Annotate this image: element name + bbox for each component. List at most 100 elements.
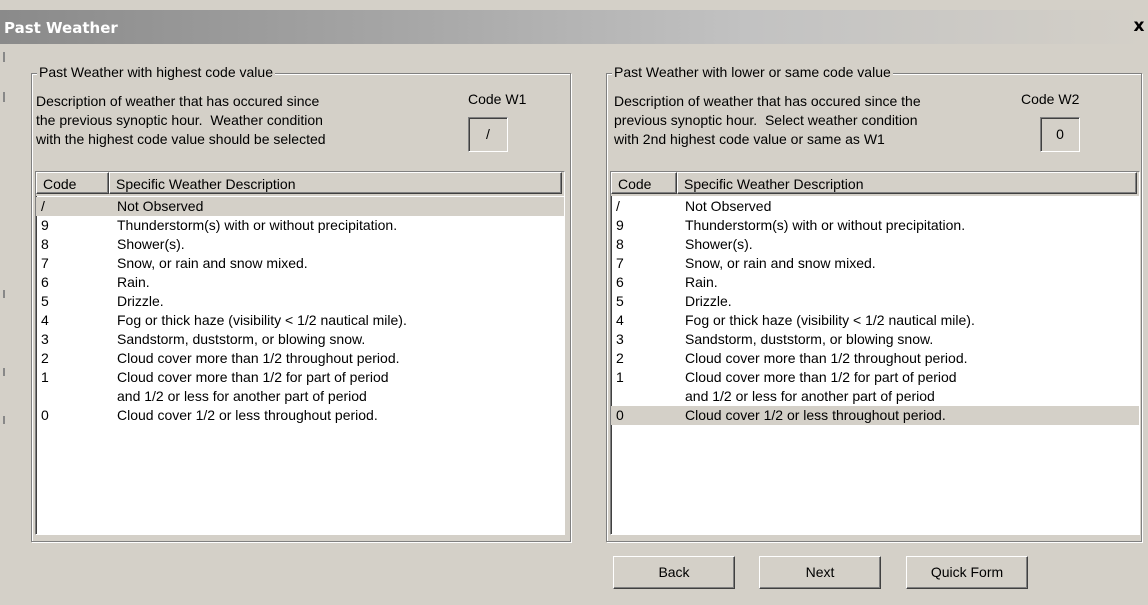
- row-code: 9: [41, 217, 49, 233]
- list-item[interactable]: 5 Drizzle.: [611, 292, 1139, 311]
- row-code: 2: [41, 350, 49, 366]
- row-code: /: [616, 198, 620, 214]
- window-edge-mark: [3, 290, 5, 298]
- list-header: Code Specific Weather Description: [611, 172, 1139, 196]
- list-item[interactable]: / Not Observed: [36, 197, 564, 216]
- row-description: Shower(s).: [685, 236, 753, 252]
- row-code: 6: [616, 274, 624, 290]
- list-header: Code Specific Weather Description: [36, 172, 564, 196]
- row-code: 3: [616, 331, 624, 347]
- list-item[interactable]: and 1/2 or less for another part of peri…: [611, 387, 1139, 406]
- row-description: Drizzle.: [685, 293, 732, 309]
- row-description: Cloud cover more than 1/2 throughout per…: [685, 350, 968, 366]
- row-description: Cloud cover more than 1/2 for part of pe…: [685, 369, 957, 385]
- next-button[interactable]: Next: [759, 556, 881, 589]
- row-description: Rain.: [685, 274, 718, 290]
- row-code: 8: [616, 236, 624, 252]
- row-code: 4: [41, 312, 49, 328]
- row-description: Cloud cover 1/2 or less throughout perio…: [685, 407, 946, 423]
- list-item[interactable]: 6 Rain.: [611, 273, 1139, 292]
- title-bar[interactable]: Past Weather x: [0, 10, 1148, 44]
- close-button[interactable]: x: [1130, 16, 1148, 36]
- row-description: Snow, or rain and snow mixed.: [685, 255, 876, 271]
- row-description: Snow, or rain and snow mixed.: [117, 255, 308, 271]
- row-description: Thunderstorm(s) with or without precipit…: [685, 217, 966, 233]
- row-description: Thunderstorm(s) with or without precipit…: [117, 217, 398, 233]
- row-description: Drizzle.: [117, 293, 164, 309]
- row-code: 1: [41, 369, 49, 385]
- row-description: Fog or thick haze (visibility < 1/2 naut…: [117, 312, 407, 328]
- list-item[interactable]: 1 Cloud cover more than 1/2 for part of p…: [611, 368, 1139, 387]
- list-item[interactable]: 4 Fog or thick haze (visibility < 1/2 nau…: [611, 311, 1139, 330]
- w2-code-label: Code W2: [1021, 91, 1080, 107]
- list-item[interactable]: 3 Sandstorm, duststorm, or blowing snow.: [611, 330, 1139, 349]
- row-code: 0: [616, 407, 624, 423]
- row-code: /: [41, 198, 45, 214]
- header-code[interactable]: Code: [611, 172, 677, 194]
- w1-list-rows: / Not Observed 9 Thunderstorm(s) with or wi…: [36, 197, 564, 425]
- row-description: Cloud cover more than 1/2 for part of pe…: [117, 369, 389, 385]
- list-item[interactable]: 2 Cloud cover more than 1/2 throughout pe…: [611, 349, 1139, 368]
- row-code: 6: [41, 274, 49, 290]
- quick-form-button[interactable]: Quick Form: [906, 556, 1028, 589]
- list-item[interactable]: 6 Rain.: [36, 273, 564, 292]
- w2-code-field[interactable]: 0: [1040, 117, 1080, 152]
- list-item[interactable]: / Not Observed: [611, 197, 1139, 216]
- list-item[interactable]: 7 Snow, or rain and snow mixed.: [611, 254, 1139, 273]
- list-item[interactable]: 1 Cloud cover more than 1/2 for part of p…: [36, 368, 564, 387]
- window-edge-mark: [3, 368, 5, 376]
- row-code: 7: [616, 255, 624, 271]
- list-item[interactable]: 9 Thunderstorm(s) with or without precipi…: [611, 216, 1139, 235]
- w1-group-legend: Past Weather with highest code value: [37, 64, 275, 80]
- w1-description: Description of weather that has occured …: [36, 93, 326, 147]
- row-description: Sandstorm, duststorm, or blowing snow.: [685, 331, 934, 347]
- list-item[interactable]: 3 Sandstorm, duststorm, or blowing snow.: [36, 330, 564, 349]
- row-code: 1: [616, 369, 624, 385]
- row-description: Shower(s).: [117, 236, 185, 252]
- list-item[interactable]: 7 Snow, or rain and snow mixed.: [36, 254, 564, 273]
- row-description: Cloud cover more than 1/2 throughout per…: [117, 350, 400, 366]
- w2-list-rows: / Not Observed 9 Thunderstorm(s) with or wi…: [611, 197, 1139, 425]
- list-item[interactable]: 8 Shower(s).: [611, 235, 1139, 254]
- list-item[interactable]: 4 Fog or thick haze (visibility < 1/2 nau…: [36, 311, 564, 330]
- row-description: Rain.: [117, 274, 150, 290]
- row-description: and 1/2 or less for another part of peri…: [117, 388, 367, 404]
- back-button[interactable]: Back: [613, 556, 735, 589]
- row-description: Cloud cover 1/2 or less throughout perio…: [117, 407, 378, 423]
- w1-group: Past Weather with highest code value Des…: [31, 64, 571, 542]
- w2-description: Description of weather that has occured …: [614, 93, 921, 147]
- list-item[interactable]: 0 Cloud cover 1/2 or less throughout peri…: [36, 406, 564, 425]
- list-item[interactable]: 0 Cloud cover 1/2 or less throughout peri…: [611, 406, 1139, 425]
- row-code: 2: [616, 350, 624, 366]
- window-edge-mark: [3, 52, 5, 62]
- row-code: 5: [616, 293, 624, 309]
- w2-group: Past Weather with lower or same code val…: [606, 64, 1142, 542]
- w1-code-label: Code W1: [468, 91, 527, 107]
- row-code: 9: [616, 217, 624, 233]
- row-code: 5: [41, 293, 49, 309]
- header-description[interactable]: Specific Weather Description: [677, 172, 1137, 194]
- list-item[interactable]: 5 Drizzle.: [36, 292, 564, 311]
- row-description: Not Observed: [685, 198, 772, 214]
- row-description: Fog or thick haze (visibility < 1/2 naut…: [685, 312, 975, 328]
- row-code: 0: [41, 407, 49, 423]
- row-description: Sandstorm, duststorm, or blowing snow.: [117, 331, 366, 347]
- list-item[interactable]: 9 Thunderstorm(s) with or without precipi…: [36, 216, 564, 235]
- list-item[interactable]: 8 Shower(s).: [36, 235, 564, 254]
- w2-weather-list[interactable]: Code Specific Weather Description / Not O…: [610, 171, 1140, 535]
- window-edge-mark: [3, 416, 5, 424]
- w1-code-field[interactable]: /: [468, 117, 508, 152]
- row-code: 3: [41, 331, 49, 347]
- header-description[interactable]: Specific Weather Description: [109, 172, 562, 194]
- row-code: 4: [616, 312, 624, 328]
- row-code: 8: [41, 236, 49, 252]
- w1-weather-list[interactable]: Code Specific Weather Description / Not O…: [35, 171, 565, 535]
- header-code[interactable]: Code: [36, 172, 109, 194]
- row-description: and 1/2 or less for another part of peri…: [685, 388, 935, 404]
- window-title: Past Weather: [4, 19, 118, 37]
- window-edge-mark: [3, 92, 5, 102]
- list-item[interactable]: and 1/2 or less for another part of peri…: [36, 387, 564, 406]
- row-description: Not Observed: [117, 198, 204, 214]
- row-code: 7: [41, 255, 49, 271]
- list-item[interactable]: 2 Cloud cover more than 1/2 throughout pe…: [36, 349, 564, 368]
